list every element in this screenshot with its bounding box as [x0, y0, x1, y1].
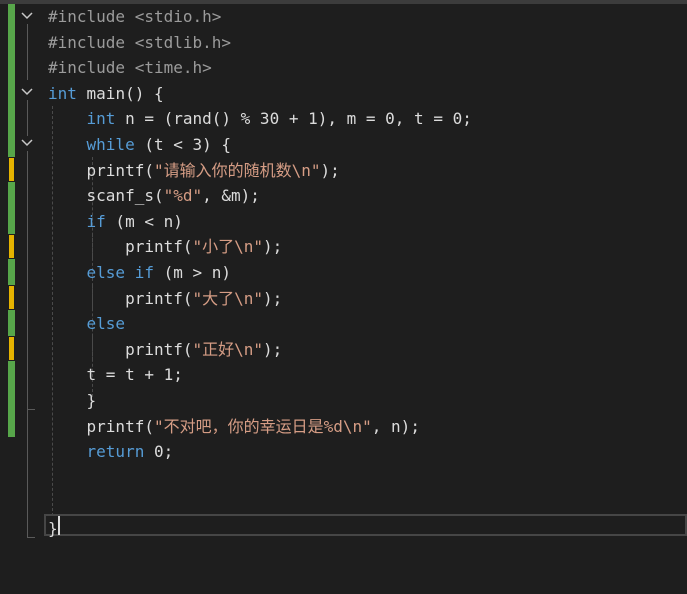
code-line[interactable]: t = t + 1; [48, 362, 183, 388]
code-token-plain: , n); [371, 416, 420, 436]
code-token-kw: while [86, 135, 135, 154]
code-token-pp: #include [48, 32, 135, 52]
code-token-plain: 0; [144, 442, 174, 462]
code-editor[interactable]: #include <stdio.h> #include <stdlib.h> #in… [0, 0, 687, 594]
code-token-str: "小了\n" [192, 237, 264, 257]
code-token-pp: <time.h> [134, 58, 212, 78]
text-cursor [58, 516, 60, 535]
code-token-pp: <stdlib.h> [134, 32, 232, 52]
code-line[interactable]: } [48, 516, 58, 542]
code-token-pp: #include [48, 7, 135, 26]
code-token-plain: printf( [48, 339, 193, 359]
code-token-plain: printf( [48, 160, 154, 180]
code-token-kw: else if [86, 263, 154, 282]
code-token-kw: return [86, 442, 145, 462]
code-line[interactable]: #include <stdio.h> [48, 4, 221, 30]
code-token-plain: (m < n) [105, 211, 183, 231]
code-line[interactable]: if (m < n) [48, 209, 183, 235]
code-line[interactable]: printf("小了\n"); [48, 234, 282, 260]
code-token-plain: scanf_s( [48, 186, 164, 206]
change-indicator-unsaved [8, 157, 15, 182]
fold-end-marker [27, 537, 35, 538]
code-token-str: "正好\n" [192, 339, 264, 359]
fold-guide-line [27, 151, 28, 409]
code-token-plain: printf( [48, 288, 193, 308]
code-line[interactable]: int main() { [48, 81, 164, 107]
code-line[interactable]: else [48, 311, 126, 337]
code-token-kw: int [86, 109, 116, 129]
code-token-plain: ); [320, 160, 340, 180]
code-token-plain: main() { [76, 83, 164, 103]
code-line[interactable]: return 0; [48, 439, 174, 465]
code-token-plain: printf( [48, 237, 193, 257]
change-indicator-unsaved [8, 234, 15, 259]
code-token-str: "请输入你的随机数\n" [153, 160, 321, 180]
code-token-kw: if [86, 211, 106, 231]
fold-chevron-icon[interactable] [20, 87, 34, 99]
code-token-str: "不对吧，你的幸运日是%d\n" [153, 416, 372, 436]
code-line[interactable]: while (t < 3) { [48, 132, 232, 158]
editor-gutter [0, 0, 44, 594]
code-token-pp: <stdio.h> [134, 7, 222, 26]
code-line[interactable]: #include <stdlib.h> [48, 30, 231, 56]
fold-end-marker [27, 409, 35, 410]
code-token-plain: ); [263, 339, 283, 359]
code-line[interactable]: scanf_s("%d", &m); [48, 183, 260, 209]
code-line[interactable]: printf("请输入你的随机数\n"); [48, 158, 340, 184]
code-token-plain: n = (rand() % 30 + 1), m = 0, t = 0; [115, 109, 472, 129]
current-line-highlight [44, 514, 687, 536]
code-line[interactable]: else if (m > n) [48, 260, 232, 286]
code-token-plain: t = t + 1; [48, 365, 183, 385]
code-line[interactable]: printf("正好\n"); [48, 337, 282, 363]
code-token-str: "大了\n" [192, 288, 264, 308]
code-token-str: "%d" [163, 186, 203, 206]
code-token-plain: , &m); [202, 186, 260, 206]
code-token-plain: (m > n) [153, 263, 232, 282]
code-line[interactable]: printf("不对吧，你的幸运日是%d\n", n); [48, 414, 420, 440]
code-token-plain: } [48, 391, 97, 410]
code-token-plain: (t < 3) { [134, 135, 232, 154]
fold-guide-line [27, 24, 28, 80]
fold-guide-line [27, 100, 28, 136]
fold-chevron-icon[interactable] [20, 138, 34, 150]
code-token-plain: } [48, 519, 58, 538]
change-indicator-unsaved [8, 285, 15, 310]
code-token-pp: #include [48, 58, 135, 78]
change-indicator-saved [8, 4, 15, 437]
fold-chevron-icon[interactable] [20, 11, 34, 23]
code-token-kw: int [48, 83, 77, 103]
code-line[interactable]: #include <time.h> [48, 55, 212, 81]
code-token-kw: else [86, 314, 126, 334]
fold-guide-line [27, 409, 28, 537]
code-line[interactable]: printf("大了\n"); [48, 286, 282, 312]
code-token-plain: ); [263, 237, 283, 257]
change-indicator-unsaved [8, 336, 15, 361]
code-line[interactable]: } [48, 388, 97, 414]
code-token-plain: printf( [48, 416, 154, 436]
code-token-plain: ); [263, 288, 283, 308]
code-line[interactable]: int n = (rand() % 30 + 1), m = 0, t = 0; [48, 106, 472, 132]
